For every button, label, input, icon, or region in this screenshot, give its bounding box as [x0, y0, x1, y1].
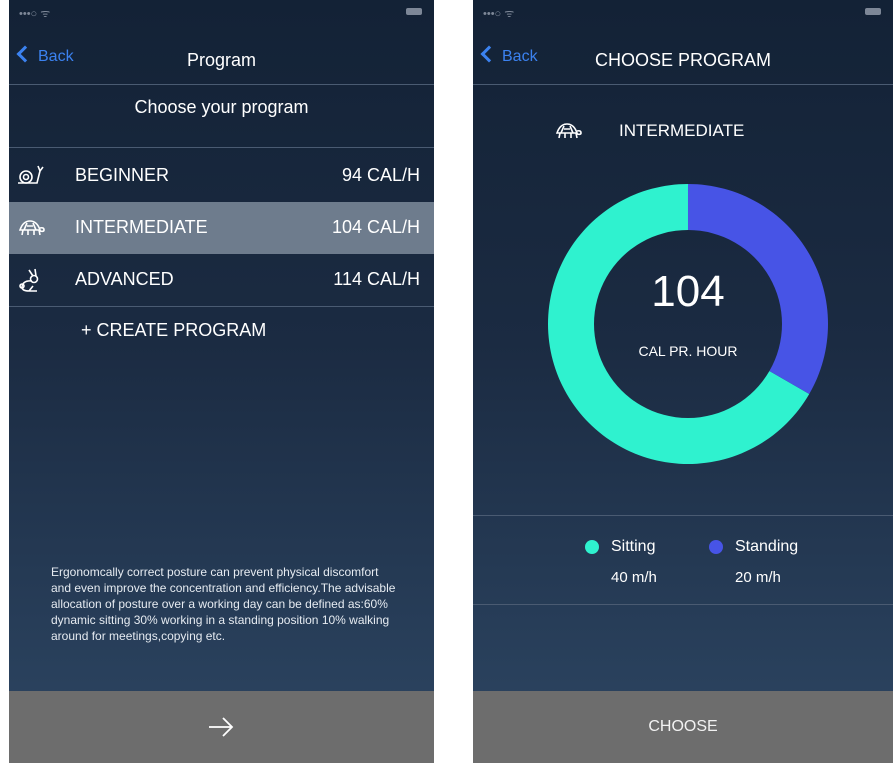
legend-value: 20 m/h — [735, 569, 781, 586]
turtle-icon — [18, 220, 45, 236]
selected-program-name: INTERMEDIATE — [619, 121, 745, 140]
legend-value: 40 m/h — [611, 569, 657, 586]
rabbit-icon — [19, 268, 39, 292]
program-row-advanced[interactable]: ADVANCED 114 CAL/H — [9, 254, 434, 306]
nav-bar: Back CHOOSE PROGRAM — [473, 36, 893, 84]
program-calories: 104 CAL/H — [331, 217, 420, 237]
page-title: Program — [186, 50, 257, 70]
signal-indicator: •••○ ᯤ — [483, 8, 515, 20]
next-button[interactable] — [9, 691, 434, 763]
choose-program-screen: •••○ ᯤ Back CHOOSE PROGRAM INTERMEDIATE … — [473, 0, 893, 763]
divider — [9, 147, 434, 148]
divider — [473, 84, 893, 85]
signal-indicator: •••○ ᯤ — [19, 8, 51, 20]
legend-swatch — [585, 540, 599, 554]
legend-label: Sitting — [611, 538, 656, 555]
subtitle: Choose your program — [134, 97, 309, 117]
turtle-icon — [555, 123, 582, 139]
calories-donut-chart: 104 CAL PR. HOUR — [548, 184, 828, 464]
choose-button-label: CHOOSE — [648, 718, 718, 735]
donut-center-label: CAL PR. HOUR — [638, 343, 737, 359]
program-row-beginner[interactable]: BEGINNER 94 CAL/H — [9, 150, 434, 202]
donut-center-value: 104 — [651, 267, 724, 316]
program-name: INTERMEDIATE — [75, 217, 208, 237]
battery-icon — [406, 8, 422, 15]
legend-label: Standing — [735, 538, 799, 555]
status-bar: •••○ ᯤ — [473, 0, 893, 24]
program-calories: 114 CAL/H — [333, 269, 420, 289]
page-title: CHOOSE PROGRAM — [594, 50, 772, 70]
divider — [473, 604, 893, 605]
divider — [9, 84, 434, 85]
battery-icon — [865, 8, 881, 15]
program-list-screen: •••○ ᯤ Back Program Choose your program … — [9, 0, 434, 763]
program-calories: 94 CAL/H — [341, 165, 420, 185]
nav-bar: Back Program — [9, 36, 434, 84]
choose-button[interactable]: CHOOSE — [473, 691, 893, 763]
arrow-right-icon — [209, 717, 234, 737]
divider — [473, 515, 893, 516]
program-name: BEGINNER — [75, 165, 170, 185]
status-bar: •••○ ᯤ — [9, 0, 434, 24]
info-text: Ergonomcally correct posture can prevent… — [51, 565, 396, 643]
snail-icon — [18, 165, 44, 184]
program-row-intermediate[interactable]: INTERMEDIATE 104 CAL/H — [9, 202, 434, 254]
create-program-button[interactable]: + CREATE PROGRAM — [81, 320, 266, 341]
divider — [9, 306, 434, 307]
legend-swatch — [709, 540, 723, 554]
program-name: ADVANCED — [75, 269, 174, 289]
